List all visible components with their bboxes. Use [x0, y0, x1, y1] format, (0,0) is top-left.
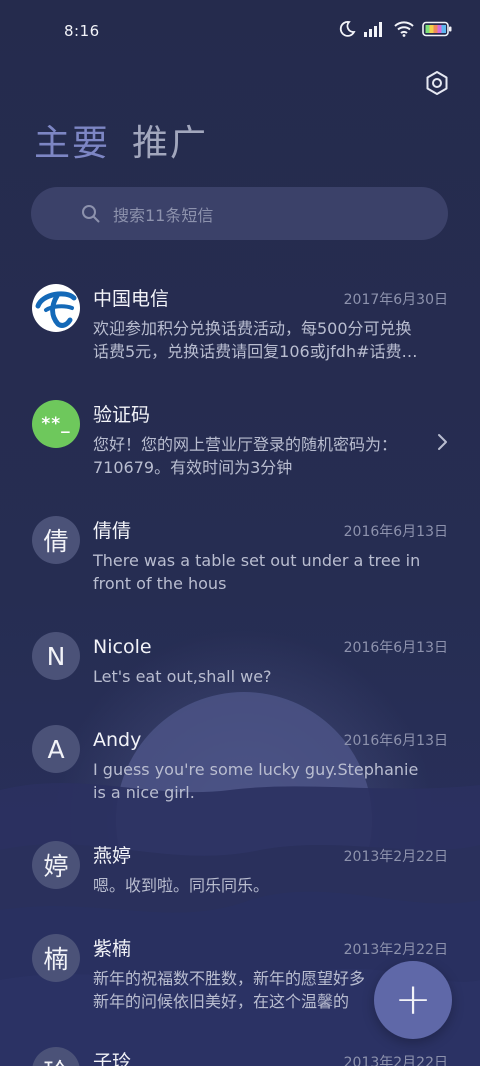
sender-name: 燕婷 — [93, 845, 132, 867]
avatar-text: 玲 — [43, 1053, 68, 1066]
message-date: 2013年2月22日 — [343, 849, 448, 865]
message-date: 2013年2月22日 — [343, 1055, 448, 1066]
message-preview-line2: is a nice girl. — [93, 783, 195, 802]
tab-bar: 主要 推广 — [34, 120, 208, 168]
settings-button[interactable] — [420, 66, 454, 100]
signal-icon — [364, 22, 382, 37]
message-preview-line2: 710679。有效时间为3分钟 — [93, 458, 293, 477]
compose-button[interactable]: + — [374, 961, 452, 1039]
tab-primary[interactable]: 主要 — [34, 120, 110, 168]
message-date: 2016年6月13日 — [343, 524, 448, 540]
message-date: 2016年6月13日 — [343, 640, 448, 656]
search-bar[interactable]: 搜索11条短信 — [31, 187, 448, 240]
chevron-right-icon[interactable] — [436, 433, 448, 451]
settings-icon — [426, 71, 448, 95]
sender-name: 中国电信 — [93, 288, 170, 310]
moon-icon — [339, 21, 356, 37]
avatar-text: **_ — [41, 414, 71, 434]
message-item[interactable]: 中国电信 2017年6月30日 欢迎参加积分兑换话费活动，每500分可兑换 话费… — [0, 282, 480, 382]
message-preview-line2: front of the hous — [93, 574, 227, 593]
sender-name: Andy — [93, 729, 142, 751]
sender-name: 验证码 — [93, 404, 151, 426]
avatar: A — [32, 725, 80, 773]
wifi-icon — [394, 21, 414, 37]
sender-name: 紫楠 — [93, 938, 132, 960]
plus-icon: + — [394, 974, 432, 1025]
avatar-text: 楠 — [43, 945, 69, 974]
message-date: 2013年2月22日 — [343, 942, 448, 958]
status-bar: 8:16 — [0, 0, 480, 62]
message-item[interactable]: 婷 燕婷 2013年2月22日 嗯。收到啦。同乐同乐。 — [0, 839, 480, 919]
tab-promotions[interactable]: 推广 — [132, 120, 208, 168]
avatar: **_ — [32, 400, 80, 448]
avatar: 玲 — [32, 1047, 80, 1066]
battery-icon — [422, 21, 452, 37]
message-item[interactable]: 倩 倩倩 2016年6月13日 There was a table set ou… — [0, 514, 480, 614]
message-preview-line1: 嗯。收到啦。同乐同乐。 — [93, 876, 270, 895]
avatar: 楠 — [32, 934, 80, 982]
message-preview-line1: I guess you're some lucky guy.Stephanie — [93, 760, 419, 779]
message-preview-line1: 您好！您的网上营业厅登录的随机密码为： — [93, 435, 398, 454]
search-icon — [82, 205, 100, 223]
sender-name: Nicole — [93, 636, 152, 658]
avatar-text: N — [46, 641, 66, 671]
avatar-text: A — [47, 734, 65, 764]
message-preview-line2: 话费5元，兑换话费请回复106或jfdh#话费… — [93, 342, 418, 361]
message-item[interactable]: N Nicole 2016年6月13日 Let's eat out,shall … — [0, 630, 480, 710]
china-telecom-logo-icon — [33, 285, 79, 331]
avatar: 婷 — [32, 841, 80, 889]
sender-name: 倩倩 — [93, 520, 132, 542]
search-placeholder: 搜索11条短信 — [113, 206, 214, 225]
message-item[interactable]: A Andy 2016年6月13日 I guess you're some lu… — [0, 723, 480, 823]
message-item[interactable]: **_ 验证码 您好！您的网上营业厅登录的随机密码为： 710679。有效时间为… — [0, 398, 480, 498]
avatar: 倩 — [32, 516, 80, 564]
message-preview-line1: Let's eat out,shall we? — [93, 667, 272, 686]
avatar-text: 倩 — [43, 527, 69, 556]
message-item[interactable]: 玲 子玲 2013年2月22日 — [0, 1045, 480, 1066]
sender-name: 子玲 — [93, 1051, 132, 1066]
status-time: 8:16 — [64, 22, 100, 40]
avatar: N — [32, 632, 80, 680]
message-preview-line1: 欢迎参加积分兑换话费活动，每500分可兑换 — [93, 319, 412, 338]
message-date: 2016年6月13日 — [343, 733, 448, 749]
avatar — [32, 284, 80, 332]
message-preview-line1: There was a table set out under a tree i… — [93, 551, 421, 570]
avatar-text: 婷 — [43, 852, 69, 881]
message-date: 2017年6月30日 — [343, 292, 448, 308]
